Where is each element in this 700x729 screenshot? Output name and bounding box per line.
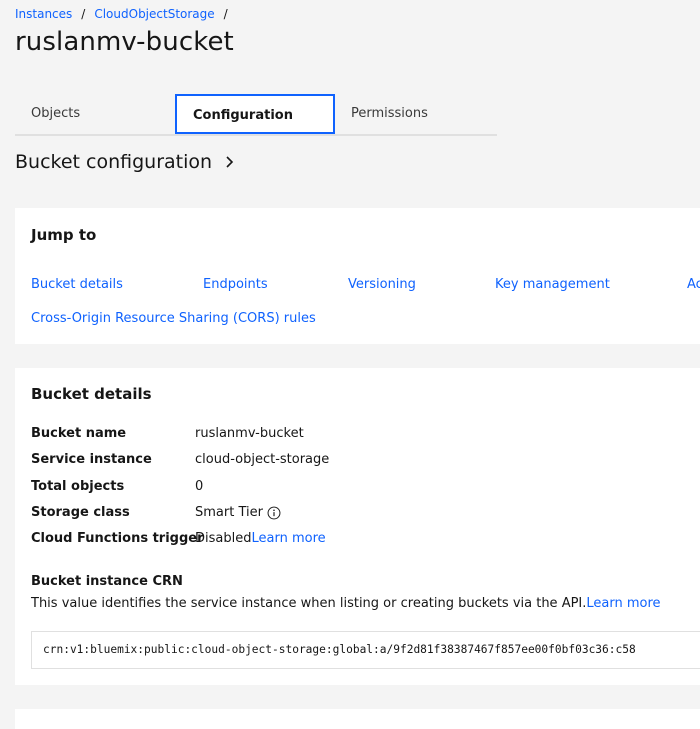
crn-description-text: This value identifies the service instan… <box>31 596 587 611</box>
breadcrumb-separator: / <box>81 7 86 21</box>
jump-link-cors-rules[interactable]: Cross-Origin Resource Sharing (CORS) rul… <box>31 311 316 326</box>
detail-row-bucket-name: Bucket name ruslanmv-bucket <box>31 426 304 441</box>
detail-key: Service instance <box>31 452 152 467</box>
jump-link-key-management[interactable]: Key management <box>495 277 610 292</box>
jump-to-title: Jump to <box>31 226 97 244</box>
crn-title: Bucket instance CRN <box>31 574 183 589</box>
page-title: ruslanmv-bucket <box>15 27 234 57</box>
detail-key: Total objects <box>31 479 125 494</box>
info-icon[interactable] <box>267 506 281 520</box>
breadcrumb: Instances / CloudObjectStorage / <box>15 7 237 21</box>
chevron-right-icon <box>226 156 234 168</box>
jump-link-endpoints[interactable]: Endpoints <box>203 277 268 292</box>
breadcrumb-instances-link[interactable]: Instances <box>15 7 72 21</box>
detail-value: cloud-object-storage <box>195 452 330 467</box>
detail-value-wrap: Smart Tier <box>195 505 281 520</box>
next-card <box>15 709 700 729</box>
detail-value-wrap: Disabled Learn more <box>195 531 326 546</box>
crn-value: crn:v1:bluemix:public:cloud-object-stora… <box>43 643 636 656</box>
detail-key: Storage class <box>31 505 130 520</box>
detail-value: Smart Tier <box>195 505 263 520</box>
jump-link-bucket-details[interactable]: Bucket details <box>31 277 123 292</box>
bucket-details-title: Bucket details <box>31 385 152 403</box>
detail-row-storage-class: Storage class Smart Tier <box>31 505 281 520</box>
section-title: Bucket configuration <box>15 151 235 173</box>
learn-more-link[interactable]: Learn more <box>251 531 325 546</box>
tab-objects[interactable]: Objects <box>15 94 175 134</box>
breadcrumb-cloudobjectstorage-link[interactable]: CloudObjectStorage <box>94 7 214 21</box>
tab-permissions[interactable]: Permissions <box>335 94 495 134</box>
breadcrumb-separator: / <box>223 7 228 21</box>
section-title-text: Bucket configuration <box>15 151 213 173</box>
crn-learn-more-link[interactable]: Learn more <box>586 596 660 611</box>
jump-to-card: Jump to Bucket details Endpoints Version… <box>15 208 700 344</box>
tab-list: Objects Configuration Permissions <box>15 94 497 136</box>
detail-key: Cloud Functions trigger <box>31 531 204 546</box>
detail-key: Bucket name <box>31 426 127 441</box>
detail-value: 0 <box>195 479 204 494</box>
bucket-details-card: Bucket details Bucket name ruslanmv-buck… <box>15 368 700 685</box>
crn-description: This value identifies the service instan… <box>31 596 661 611</box>
detail-row-total-objects: Total objects 0 <box>31 479 203 494</box>
jump-link-truncated[interactable]: Ac <box>687 277 700 292</box>
tab-configuration[interactable]: Configuration <box>175 94 335 134</box>
jump-link-versioning[interactable]: Versioning <box>348 277 416 292</box>
detail-value: Disabled <box>195 531 252 546</box>
detail-row-service-instance: Service instance cloud-object-storage <box>31 452 329 467</box>
crn-value-box[interactable]: crn:v1:bluemix:public:cloud-object-stora… <box>31 631 700 669</box>
detail-row-cloud-functions-trigger: Cloud Functions trigger Disabled Learn mo… <box>31 531 326 546</box>
detail-value: ruslanmv-bucket <box>195 426 304 441</box>
